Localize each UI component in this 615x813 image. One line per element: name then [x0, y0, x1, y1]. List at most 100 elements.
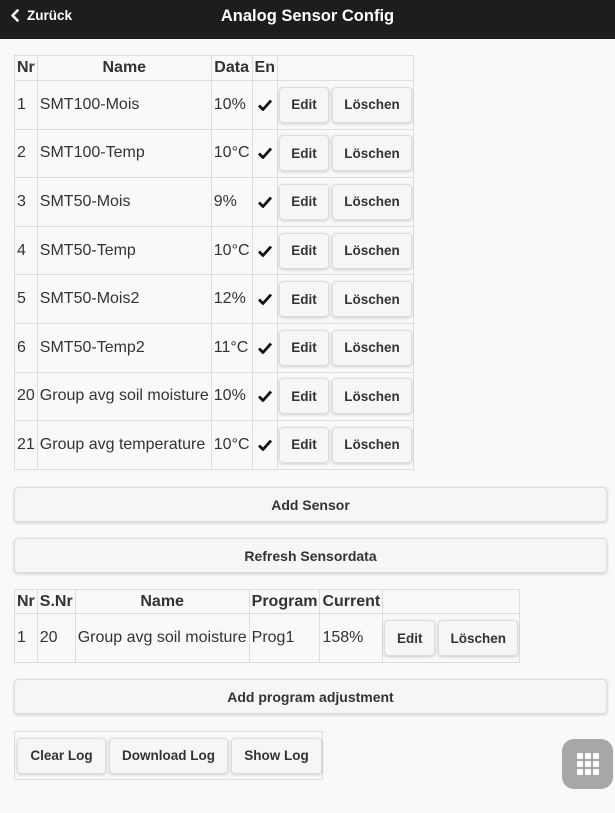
checkmark-icon	[257, 293, 272, 306]
delete-button[interactable]: Löschen	[331, 378, 412, 415]
sensor-data: 11°C	[210, 322, 253, 373]
sensor-row: 3 SMT50-Mois 9% Edit Löschen	[14, 177, 414, 227]
program-table-header: Nr S.Nr Name Program Current	[14, 589, 521, 614]
sensor-nr: 4	[14, 225, 38, 276]
sensor-row: 1 SMT100-Mois 10% Edit Löschen	[14, 80, 414, 130]
sensor-nr: 20	[14, 371, 38, 422]
sensor-name: SMT50-Temp	[36, 225, 212, 276]
delete-button[interactable]: Löschen	[331, 86, 412, 123]
checkmark-icon	[257, 99, 272, 111]
sensor-data: 9%	[210, 177, 253, 227]
download-log-button[interactable]: Download Log	[109, 737, 228, 774]
menu-button[interactable]	[562, 739, 613, 789]
edit-button[interactable]: Edit	[278, 329, 329, 366]
edit-button[interactable]: Edit	[278, 426, 329, 463]
delete-button[interactable]: Löschen	[331, 232, 412, 269]
edit-button[interactable]: Edit	[278, 86, 329, 123]
sensor-table-header: Nr Name Data En	[14, 55, 414, 81]
sensor-name: SMT50-Temp2	[36, 322, 212, 373]
program-row: 1 20 Group avg soil moisture Prog1 158% Edit L…	[14, 613, 521, 663]
header-bar: Zurück Analog Sensor Config	[0, 0, 615, 39]
sensor-nr: 1	[14, 80, 38, 130]
delete-button[interactable]: Löschen	[331, 135, 412, 172]
sensor-name: SMT100-Temp	[36, 128, 212, 179]
sensor-enabled	[251, 225, 278, 276]
sensor-nr: 5	[14, 274, 38, 324]
checkmark-icon	[257, 147, 272, 160]
sensor-enabled	[251, 128, 278, 179]
edit-button[interactable]: Edit	[278, 183, 329, 220]
sensor-nr: 2	[14, 128, 38, 179]
sensor-data: 10°C	[210, 420, 253, 470]
log-button-group: Clear Log Download Log Show Log	[14, 731, 323, 780]
edit-button[interactable]: Edit	[278, 232, 329, 269]
delete-button[interactable]: Löschen	[331, 426, 412, 463]
program-nr: 1	[14, 613, 38, 663]
edit-button[interactable]: Edit	[278, 135, 329, 172]
column-header-name: Name	[36, 55, 212, 81]
show-log-button[interactable]: Show Log	[231, 737, 322, 774]
sensor-enabled	[251, 371, 278, 422]
page-title: Analog Sensor Config	[220, 7, 395, 25]
sensor-name: Group avg soil moisture	[36, 371, 212, 422]
row-actions: Edit Löschen	[276, 177, 414, 227]
sensor-table-body: 1 SMT100-Mois 10% Edit Löschen 2 SMT100-Temp 10…	[14, 80, 414, 470]
row-actions: Edit Löschen	[276, 420, 414, 470]
sensor-name: SMT50-Mois2	[36, 274, 212, 324]
column-header-enabled: En	[251, 55, 278, 81]
sensor-data: 10%	[210, 80, 253, 130]
row-actions: Edit Löschen	[276, 274, 414, 324]
sensor-name: Group avg temperature	[36, 420, 212, 470]
delete-button[interactable]: Löschen	[331, 329, 412, 366]
delete-button[interactable]: Löschen	[331, 281, 412, 318]
refresh-sensordata-button[interactable]: Refresh Sensordata	[14, 538, 607, 573]
sensor-enabled	[251, 420, 278, 470]
row-actions: Edit Löschen	[276, 80, 414, 130]
sensor-name: SMT50-Mois	[36, 177, 212, 227]
column-header-actions	[276, 55, 414, 81]
grid-menu-icon	[576, 753, 599, 775]
checkmark-icon	[257, 342, 272, 354]
sensor-name: SMT100-Mois	[36, 80, 212, 130]
column-header-nr: Nr	[14, 55, 38, 81]
program-snr: 20	[36, 613, 76, 663]
checkmark-icon	[257, 196, 272, 208]
sensor-enabled	[251, 322, 278, 373]
clear-log-button[interactable]: Clear Log	[17, 737, 106, 774]
column-header-current: Current	[319, 589, 384, 614]
edit-button[interactable]: Edit	[278, 281, 329, 318]
checkmark-icon	[257, 245, 272, 257]
row-actions: Edit Löschen	[276, 371, 414, 422]
sensor-row: 4 SMT50-Temp 10°C Edit Löschen	[14, 225, 414, 276]
sensor-row: 20 Group avg soil moisture 10% Edit Löschen	[14, 371, 414, 422]
add-program-adjustment-button[interactable]: Add program adjustment	[14, 679, 607, 714]
sensor-data: 10°C	[210, 128, 253, 179]
delete-button[interactable]: Löschen	[331, 183, 412, 220]
program-current: 158%	[319, 613, 384, 663]
sensor-enabled	[251, 80, 278, 130]
edit-button[interactable]: Edit	[384, 620, 436, 656]
checkmark-icon	[257, 439, 272, 451]
sensor-data: 10°C	[210, 225, 253, 276]
delete-button[interactable]: Löschen	[438, 620, 519, 656]
sensor-nr: 6	[14, 322, 38, 373]
sensor-row: 2 SMT100-Temp 10°C Edit Löschen	[14, 128, 414, 179]
sensor-data: 12%	[210, 274, 253, 324]
edit-button[interactable]: Edit	[278, 378, 329, 415]
program-program: Prog1	[248, 613, 321, 663]
sensor-enabled	[251, 274, 278, 324]
add-sensor-button[interactable]: Add Sensor	[14, 487, 607, 522]
column-header-program: Program	[248, 589, 321, 614]
column-header-snr: S.Nr	[36, 589, 76, 614]
sensor-enabled	[251, 177, 278, 227]
sensor-row: 6 SMT50-Temp2 11°C Edit Löschen	[14, 322, 414, 373]
program-adjustment-table: Nr S.Nr Name Program Current 1 20 Group av…	[14, 589, 521, 663]
sensor-nr: 21	[14, 420, 38, 470]
row-actions: Edit Löschen	[382, 613, 521, 663]
sensor-table: Nr Name Data En 1 SMT100-Mois 10% Edit Lösch…	[14, 55, 414, 470]
sensor-nr: 3	[14, 177, 38, 227]
row-actions: Edit Löschen	[276, 128, 414, 179]
row-actions: Edit Löschen	[276, 225, 414, 276]
column-header-nr: Nr	[14, 589, 38, 614]
column-header-actions	[382, 589, 521, 614]
